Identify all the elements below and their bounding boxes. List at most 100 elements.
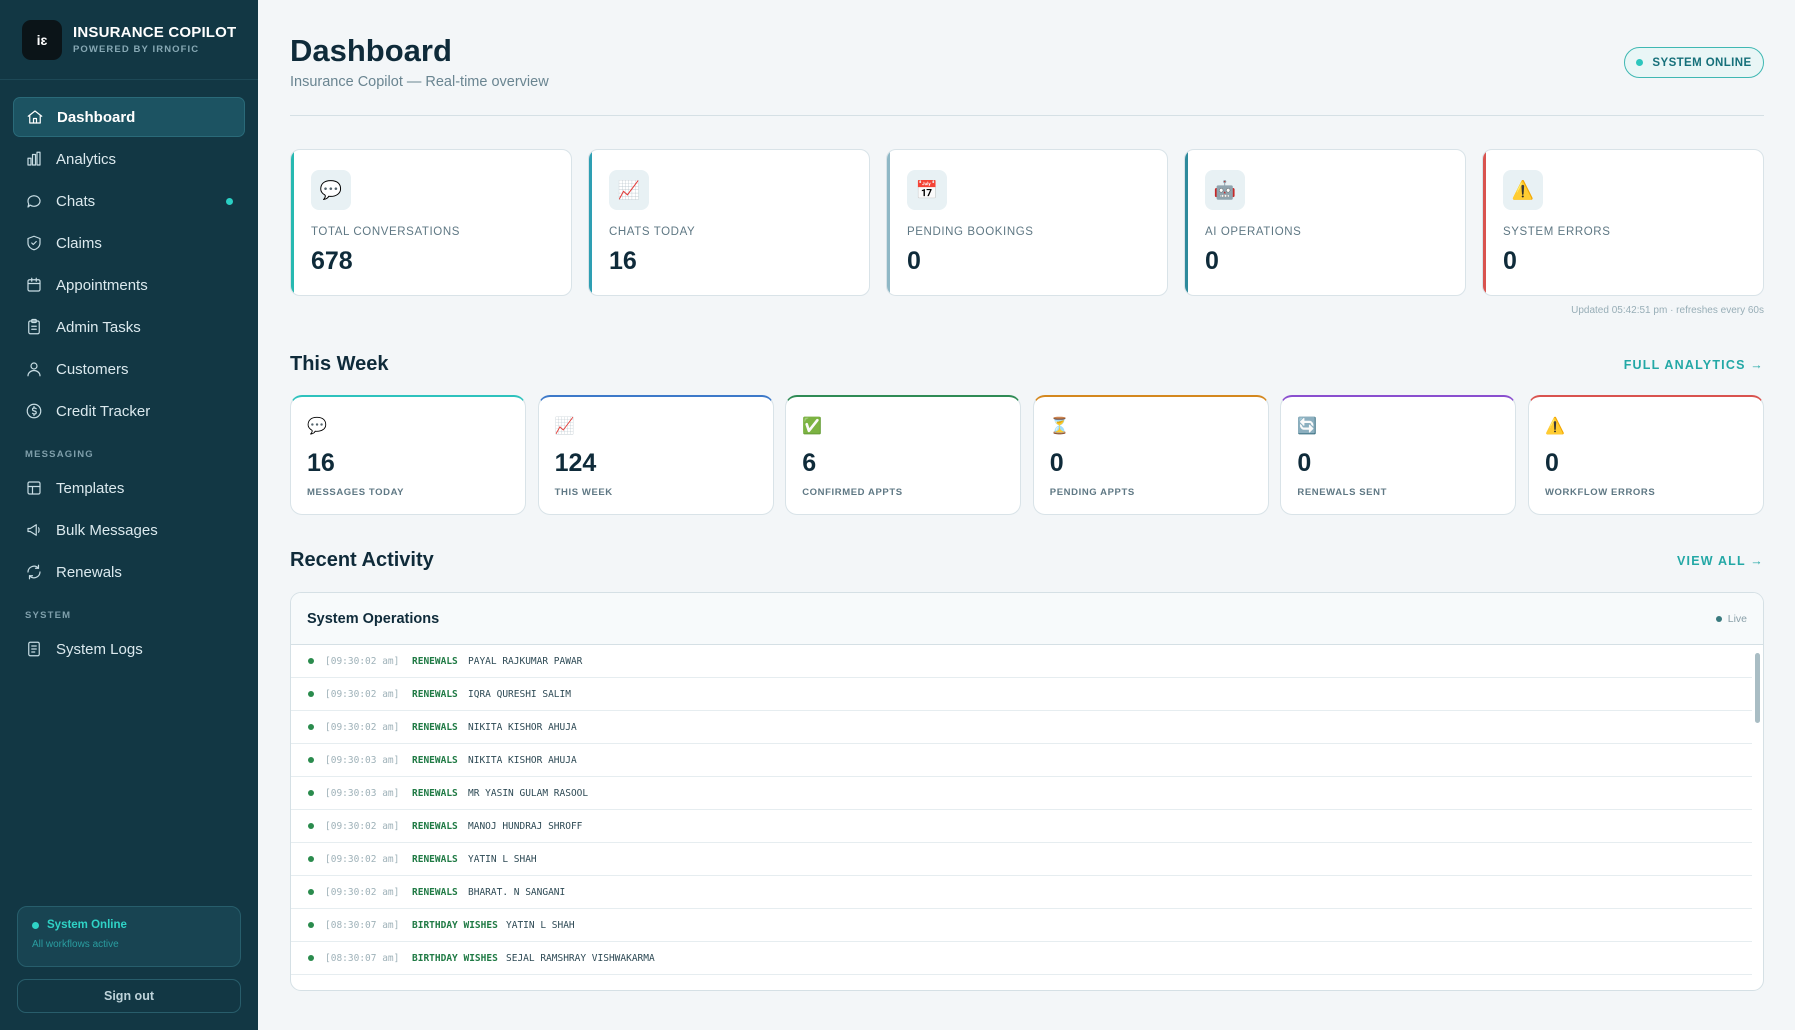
log-status-dot (308, 955, 314, 961)
log-icon (28, 641, 40, 657)
scrollbar-thumb[interactable] (1755, 653, 1760, 723)
log-status-dot (308, 757, 314, 763)
kpi-row: 💬 TOTAL CONVERSATIONS 678 📈 CHATS TODAY … (290, 149, 1764, 296)
section-title-this-week: This Week (290, 353, 389, 375)
week-card-messages-today: 💬 16 MESSAGES TODAY (290, 395, 526, 515)
sidebar-item-customers[interactable]: Customers (13, 349, 245, 389)
log-row: [09:30:02 am] RENEWALS YATIN L SHAH (291, 843, 1752, 876)
system-operations-panel: System Operations Live [09:30:02 am] RENE… (290, 592, 1764, 991)
log-category: RENEWALS (412, 787, 458, 799)
checkmark-icon: ✅ (802, 418, 823, 435)
log-status-dot (308, 856, 314, 862)
sidebar: iɛ INSURANCE COPILOT POWERED BY IRNOFIC … (0, 0, 258, 1030)
warning-icon: ⚠️ (1544, 418, 1565, 435)
log-row: [09:30:03 am] RENEWALS NIKITA KISHOR AHUJA (291, 744, 1752, 777)
sidebar-item-credit-tracker[interactable]: Credit Tracker (13, 391, 245, 431)
sidebar-item-admin-tasks[interactable]: Admin Tasks (13, 307, 245, 347)
sidebar-item-label: Appointments (56, 276, 148, 294)
kpi-value: 0 (1205, 247, 1219, 275)
unread-badge (226, 198, 233, 205)
template-icon (27, 481, 41, 495)
week-card-value: 124 (554, 449, 597, 477)
system-status-badge: SYSTEM ONLINE (1624, 47, 1764, 78)
sidebar-item-system-logs[interactable]: System Logs (13, 629, 245, 669)
week-card-label: THIS WEEK (554, 487, 613, 498)
shield-icon (27, 235, 41, 251)
refresh-icon: 🔄 (1297, 418, 1318, 435)
log-category: RENEWALS (412, 754, 458, 766)
trend-chart-icon: 📈 (609, 170, 649, 210)
sidebar-item-dashboard[interactable]: Dashboard (13, 97, 245, 137)
kpi-card-chats-today: 📈 CHATS TODAY 16 (588, 149, 870, 296)
status-title: System Online (47, 919, 127, 931)
log-time: [09:30:02 am] (325, 820, 400, 832)
kpi-value: 678 (311, 247, 353, 275)
page-subtitle: Insurance Copilot — Real-time overview (290, 74, 549, 90)
status-subtitle: All workflows active (32, 939, 119, 950)
log-status-dot (308, 823, 314, 829)
sidebar-item-appointments[interactable]: Appointments (13, 265, 245, 305)
log-row: [08:30:07 am] BIRTHDAY WISHES YATIN L SHAH (291, 909, 1752, 942)
log-name: NIKITA KISHOR AHUJA (468, 754, 577, 766)
log-status-dot (308, 889, 314, 895)
kpi-card-system-errors: ⚠️ SYSTEM ERRORS 0 (1482, 149, 1764, 296)
log-status-dot (308, 922, 314, 928)
megaphone-icon (27, 524, 40, 536)
warning-icon: ⚠️ (1503, 170, 1543, 210)
kpi-card-total-conversations: 💬 TOTAL CONVERSATIONS 678 (290, 149, 572, 296)
sidebar-item-claims[interactable]: Claims (13, 223, 245, 263)
dollar-icon (26, 403, 42, 419)
log-time: [09:30:02 am] (325, 688, 400, 700)
kpi-card-pending-bookings: 📅 PENDING BOOKINGS 0 (886, 149, 1168, 296)
sidebar-item-label: Customers (56, 360, 129, 378)
log-name: BHARAT. N SANGANI (468, 886, 566, 898)
kpi-label: PENDING BOOKINGS (907, 226, 1034, 238)
sidebar-item-label: Credit Tracker (56, 402, 151, 420)
week-card-workflow-errors: ⚠️ 0 WORKFLOW ERRORS (1527, 395, 1764, 515)
log-name: YATIN L SHAH (506, 919, 575, 931)
sidebar-item-label: Admin Tasks (56, 318, 141, 336)
brand-logo: iɛ (22, 19, 62, 60)
sidebar-nav: Dashboard Analytics Chats Claims Appoint… (0, 80, 258, 669)
section-title-recent-activity: Recent Activity (290, 549, 434, 571)
log-category: RENEWALS (412, 886, 458, 898)
week-card-label: WORKFLOW ERRORS (1544, 487, 1656, 498)
week-card-label: CONFIRMED APPTS (802, 487, 903, 498)
sidebar-status-card: System Online All workflows active (17, 906, 241, 967)
week-card-value: 0 (1049, 449, 1064, 477)
sign-out-button[interactable]: Sign out (17, 979, 241, 1013)
log-row: [08:30:07 am] BIRTHDAY WISHES SEJAL RAMSHR… (291, 942, 1752, 975)
log-scrollbar[interactable] (1753, 645, 1761, 990)
week-card-label: RENEWALS SENT (1297, 487, 1387, 498)
panel-title: System Operations (307, 610, 440, 627)
sidebar-item-bulk-messages[interactable]: Bulk Messages (13, 510, 245, 550)
sidebar-item-analytics[interactable]: Analytics (13, 139, 245, 179)
log-time: [09:30:02 am] (325, 655, 400, 667)
sidebar-item-templates[interactable]: Templates (13, 468, 245, 508)
log-list[interactable]: [09:30:02 am] RENEWALS PAYAL RAJKUMAR PAWA… (291, 645, 1763, 990)
full-analytics-link[interactable]: FULL ANALYTICS → (1624, 358, 1764, 372)
log-row: [09:30:03 am] RENEWALS MR YASIN GULAM RASO… (291, 777, 1752, 810)
sidebar-item-label: System Logs (56, 640, 143, 658)
week-card-value: 16 (307, 449, 335, 477)
sidebar-item-label: Chats (56, 192, 96, 210)
live-indicator: Live (1715, 613, 1747, 625)
week-card-this-week: 📈 124 THIS WEEK (537, 395, 774, 515)
kpi-value: 0 (1503, 247, 1517, 275)
home-icon (27, 110, 43, 124)
log-time: [09:30:02 am] (325, 886, 400, 898)
sidebar-item-renewals[interactable]: Renewals (13, 552, 245, 592)
section-label-messaging: MESSAGING (25, 449, 94, 460)
brand-subtitle: POWERED BY IRNOFIC (73, 44, 200, 55)
robot-icon: 🤖 (1205, 170, 1245, 210)
log-time: [08:30:07 am] (325, 919, 400, 931)
log-category: RENEWALS (412, 721, 458, 733)
log-category: BIRTHDAY WISHES (412, 919, 498, 931)
log-row: [09:30:02 am] RENEWALS MANOJ HUNDRAJ SHROF… (291, 810, 1752, 843)
log-status-dot (308, 790, 314, 796)
log-time: [09:30:03 am] (325, 787, 400, 799)
sidebar-item-chats[interactable]: Chats (13, 181, 245, 221)
updated-timestamp: Updated 05:42:51 pm · refreshes every 60… (1571, 305, 1764, 316)
view-all-link[interactable]: VIEW ALL → (1677, 554, 1764, 568)
sidebar-item-label: Renewals (56, 563, 122, 581)
